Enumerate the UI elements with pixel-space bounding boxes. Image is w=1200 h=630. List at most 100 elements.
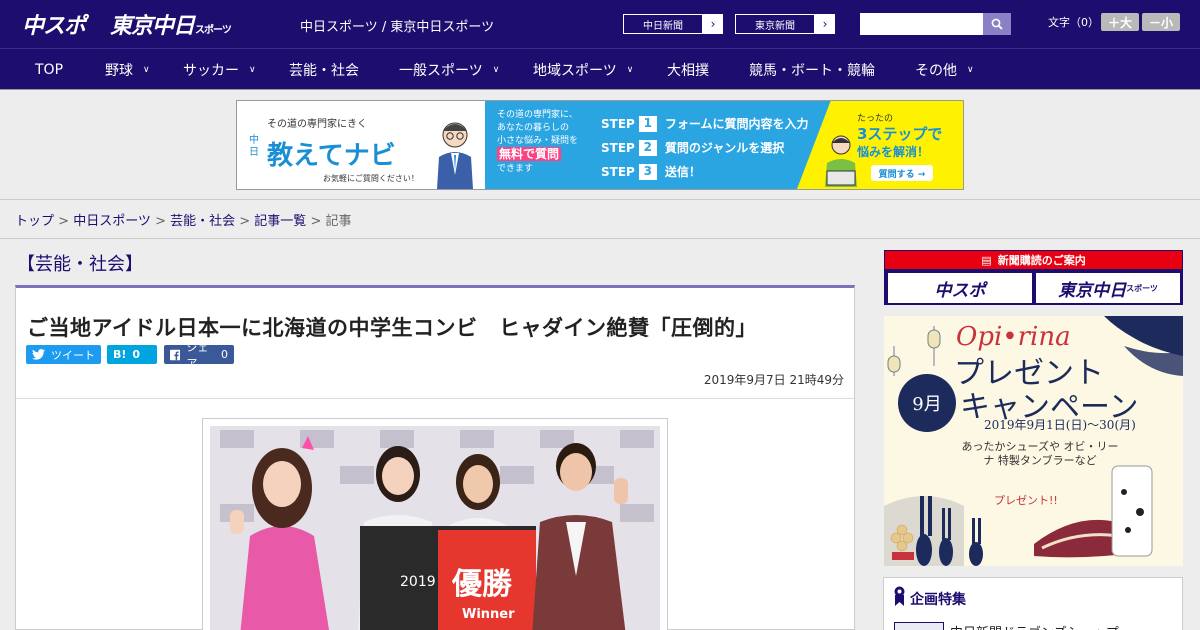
ad-brand-prefix: 中日 — [249, 135, 259, 158]
breadcrumb-separator: > — [310, 214, 326, 229]
ad-step-1: STEP 1 フォームに質問内容を入力 — [601, 115, 808, 132]
ad-question-button[interactable]: 質問する → — [871, 165, 933, 181]
breadcrumb-separator: > — [155, 214, 171, 229]
tokyo-chunichi-logo-main: 東京中日 — [110, 14, 195, 39]
facebook-count: 0 — [221, 348, 228, 361]
tokyo-chunichi-logo-text: 東京中日スポーツ — [110, 8, 232, 40]
feature-title: 企画特集 — [910, 592, 966, 608]
article-photo-frame: 2019 優勝 Winner — [202, 418, 668, 630]
nav-label: その他 — [915, 62, 957, 79]
hatena-count: 0 — [132, 348, 141, 361]
breadcrumb-entertainment-link[interactable]: 芸能・社会 — [170, 214, 235, 229]
nav-item-top[interactable]: TOP — [35, 49, 63, 90]
breadcrumb-current: 記事 — [325, 214, 352, 229]
divider — [0, 238, 1200, 239]
nav-item-racing[interactable]: 競馬・ボート・競輪 — [749, 49, 875, 90]
feature-section: 企画特集 中日新聞ドラゴンズショップ — [883, 577, 1183, 630]
chevron-down-icon: ∨ — [249, 64, 256, 75]
step-text: 送信！ — [664, 165, 701, 179]
hatena-bookmark-icon: B! — [113, 348, 127, 361]
nav-label: 大相撲 — [667, 62, 709, 79]
article-timestamp: 2019年9月7日 21時49分 — [703, 373, 844, 387]
feature-item-link[interactable]: 中日新聞ドラゴンズショップ — [950, 622, 1119, 630]
search-button[interactable] — [983, 13, 1011, 35]
breadcrumb-chunichi-sports-link[interactable]: 中日スポーツ — [73, 214, 151, 229]
nav-label: 競馬・ボート・競輪 — [749, 62, 875, 79]
tokyo-shimbun-label: 東京新聞 — [735, 14, 815, 34]
nav-item-entertainment[interactable]: 芸能・社会 — [289, 49, 359, 90]
promo-dates: 2019年9月1日(日)〜30(月) — [984, 418, 1136, 432]
chunichi-shimbun-link[interactable]: 中日新聞 › — [622, 13, 724, 35]
search-icon — [991, 18, 1003, 30]
subscription-box: ▤ 新聞購読のご案内 中スポ 東京中日 スポーツ — [884, 250, 1183, 305]
ribbon-icon — [894, 586, 905, 606]
nav-item-general-sports[interactable]: 一般スポーツ ∨ — [399, 49, 499, 90]
step-number: 3 — [638, 163, 657, 180]
search-input[interactable] — [860, 13, 983, 35]
chuspo-logo[interactable]: 中スポ — [22, 7, 86, 41]
step-text: フォームに質問内容を入力 — [664, 117, 809, 131]
ad-right-big: 3ステップで — [857, 125, 943, 143]
subscribe-chuspo-label: 中スポ — [934, 280, 986, 301]
facebook-share-label: シェア — [186, 340, 209, 370]
step-label: STEP — [601, 116, 635, 131]
nav-item-regional-sports[interactable]: 地域スポーツ ∨ — [533, 49, 633, 90]
tweet-button[interactable]: ツイート — [26, 345, 101, 364]
chevron-right-icon: › — [703, 14, 723, 34]
nav-label: TOP — [35, 61, 64, 78]
tokyo-shimbun-link[interactable]: 東京新聞 › — [734, 13, 836, 35]
ad-right-sub: 悩みを解消！ — [857, 145, 930, 159]
ad-brand: 教えてナビ — [267, 141, 396, 171]
divider — [0, 199, 1200, 200]
facebook-share-button[interactable]: シェア 0 — [164, 341, 234, 370]
sign-main: 優勝 — [451, 567, 513, 602]
ad-intro-line: その道の専門家に、 — [497, 110, 578, 120]
promo-banner[interactable]: Opi•rina プレゼント キャンペーン 9月 2019年9月1日(日)〜30… — [884, 316, 1183, 566]
promo-month-badge: 9月 — [898, 374, 956, 432]
step-text: 質問のジャンルを選択 — [664, 141, 785, 155]
ad-note: お気軽にご質問ください！ — [323, 174, 419, 183]
hatena-bookmark-button[interactable]: B! 0 — [107, 345, 157, 364]
article-headline: ご当地アイドル日本一に北海道の中学生コンビ ヒャダイン絶賛「圧倒的」 — [27, 316, 757, 340]
ad-banner-mid: その道の専門家に、 あなたの暮らしの 小さな悩み・疑問を 無料で質問 できます … — [485, 101, 855, 189]
promo-present: プレゼント!! — [994, 494, 1058, 507]
tokyo-chunichi-logo[interactable]: 東京中日スポーツ — [110, 7, 232, 41]
nav-item-baseball[interactable]: 野球 ∨ — [105, 49, 150, 90]
newspaper-icon: ▤ — [981, 253, 992, 267]
site-header: 中スポ 東京中日スポーツ 中日スポーツ / 東京中日スポーツ 中日新聞 › 東京… — [0, 0, 1200, 48]
sign-year: 2019 — [400, 574, 436, 590]
divider — [0, 89, 1200, 90]
step-number: 1 — [638, 115, 657, 132]
breadcrumb-home-link[interactable]: トップ — [15, 214, 54, 229]
twitter-bird-icon — [32, 349, 45, 360]
feature-thumbnail[interactable] — [894, 622, 944, 630]
chevron-down-icon: ∨ — [626, 64, 634, 75]
font-bigger-button[interactable]: ＋大 — [1101, 13, 1139, 31]
ad-intro-line: できます — [497, 164, 534, 174]
nav-item-other[interactable]: その他 ∨ — [915, 49, 974, 90]
breadcrumb-separator: > — [239, 214, 255, 229]
breadcrumb-article-list-link[interactable]: 記事一覧 — [254, 214, 306, 229]
ad-banner[interactable]: その道の専門家にきく 中日 教えてナビ お気軽にご質問ください！ その道の専門家… — [236, 100, 964, 190]
site-names: 中日スポーツ / 東京中日スポーツ — [300, 20, 495, 35]
article-category[interactable]: 【芸能・社会】 — [17, 250, 143, 276]
divider — [16, 398, 854, 399]
tokyo-chunichi-logo-suffix: スポーツ — [195, 25, 232, 36]
nav-label: 一般スポーツ — [399, 62, 483, 79]
nav-item-soccer[interactable]: サッカー ∨ — [183, 49, 256, 90]
article-photo[interactable]: 2019 優勝 Winner — [210, 426, 660, 630]
chunichi-shimbun-label: 中日新聞 — [623, 14, 703, 34]
subscribe-tokyo-button[interactable]: 東京中日 スポーツ — [1036, 273, 1180, 303]
nav-label: 地域スポーツ — [533, 62, 617, 79]
nav-item-sumo[interactable]: 大相撲 — [667, 49, 709, 90]
nav-label: 芸能・社会 — [289, 62, 359, 79]
subscribe-chuspo-button[interactable]: 中スポ — [888, 273, 1032, 303]
font-smaller-button[interactable]: －小 — [1142, 13, 1180, 31]
breadcrumb: トップ > 中日スポーツ > 芸能・社会 > 記事一覧 > 記事 — [15, 210, 352, 229]
subscription-heading-text: 新聞購読のご案内 — [997, 254, 1086, 267]
chuspo-logo-text: 中スポ — [22, 14, 86, 39]
subscribe-tokyo-label: 東京中日 — [1058, 280, 1127, 301]
chevron-right-icon: › — [815, 14, 835, 34]
promo-description: あったかシューズや オビ・リーナ 特製タンブラーなど — [961, 440, 1119, 467]
ad-step-2: STEP 2 質問のジャンルを選択 — [601, 139, 784, 156]
